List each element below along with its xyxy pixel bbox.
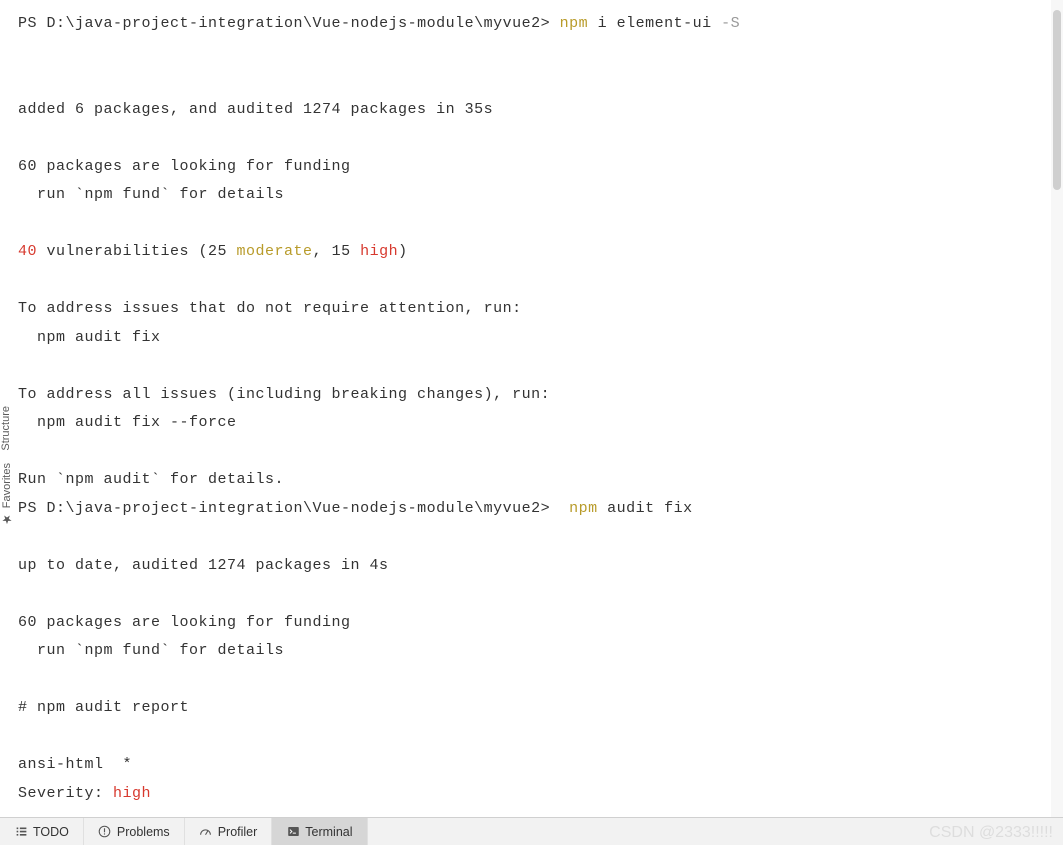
terminal-line: Run `npm audit` for details.: [18, 466, 1045, 495]
terminal-line: [18, 723, 1045, 752]
list-icon: [14, 825, 28, 839]
terminal-line: Severity: high: [18, 780, 1045, 809]
vuln-moderate: moderate: [237, 243, 313, 260]
terminal-line: [18, 67, 1045, 96]
tab-label: Problems: [117, 825, 170, 839]
sidebar-favorites[interactable]: ★ Favorites: [0, 457, 14, 532]
sidebar-structure[interactable]: Structure: [0, 400, 12, 457]
terminal-line: 40 vulnerabilities (25 moderate, 15 high…: [18, 238, 1045, 267]
terminal-line: npm audit fix: [18, 324, 1045, 353]
terminal-line: npm audit fix --force: [18, 409, 1045, 438]
cmd-tool: npm: [569, 500, 598, 517]
terminal-line: added 6 packages, and audited 1274 packa…: [18, 96, 1045, 125]
terminal-line: up to date, audited 1274 packages in 4s: [18, 552, 1045, 581]
terminal-line: ansi-html *: [18, 751, 1045, 780]
terminal-line: [18, 124, 1045, 153]
terminal-line: PS D:\java-project-integration\Vue-nodej…: [18, 495, 1045, 524]
gauge-icon: [199, 825, 213, 839]
tab-label: Profiler: [218, 825, 258, 839]
cmd-flag: -S: [721, 15, 740, 32]
vuln-count: 40: [18, 243, 37, 260]
star-icon: ★: [0, 512, 14, 526]
terminal-line: [18, 352, 1045, 381]
terminal-output[interactable]: PS D:\java-project-integration\Vue-nodej…: [0, 0, 1063, 818]
terminal-line: run `npm fund` for details: [18, 637, 1045, 666]
scrollbar-thumb[interactable]: [1053, 10, 1061, 190]
terminal-line: [18, 523, 1045, 552]
terminal-line: [18, 438, 1045, 467]
terminal-line: [18, 580, 1045, 609]
terminal-line: To address issues that do not require at…: [18, 295, 1045, 324]
terminal-line: [18, 210, 1045, 239]
tool-window-bar: TODO Problems Profiler Terminal: [0, 817, 1063, 845]
vuln-high: high: [360, 243, 398, 260]
tab-todo[interactable]: TODO: [0, 818, 84, 845]
terminal-icon: [286, 825, 300, 839]
tab-problems[interactable]: Problems: [84, 818, 185, 845]
left-sidebar: Structure ★ Favorites: [0, 400, 14, 815]
warning-icon: [98, 825, 112, 839]
terminal-line: # npm audit report: [18, 694, 1045, 723]
terminal-line: run `npm fund` for details: [18, 181, 1045, 210]
terminal-line: 60 packages are looking for funding: [18, 153, 1045, 182]
tab-label: Terminal: [305, 825, 352, 839]
tab-terminal[interactable]: Terminal: [272, 818, 367, 845]
tab-label: TODO: [33, 825, 69, 839]
severity-value: high: [113, 785, 151, 802]
vertical-scrollbar[interactable]: [1051, 0, 1063, 817]
terminal-line: [18, 267, 1045, 296]
terminal-line: PS D:\java-project-integration\Vue-nodej…: [18, 10, 1045, 39]
tab-profiler[interactable]: Profiler: [185, 818, 273, 845]
terminal-line: To address all issues (including breakin…: [18, 381, 1045, 410]
terminal-line: [18, 39, 1045, 68]
terminal-line: [18, 666, 1045, 695]
cmd-tool: npm: [560, 15, 589, 32]
terminal-line: 60 packages are looking for funding: [18, 609, 1045, 638]
